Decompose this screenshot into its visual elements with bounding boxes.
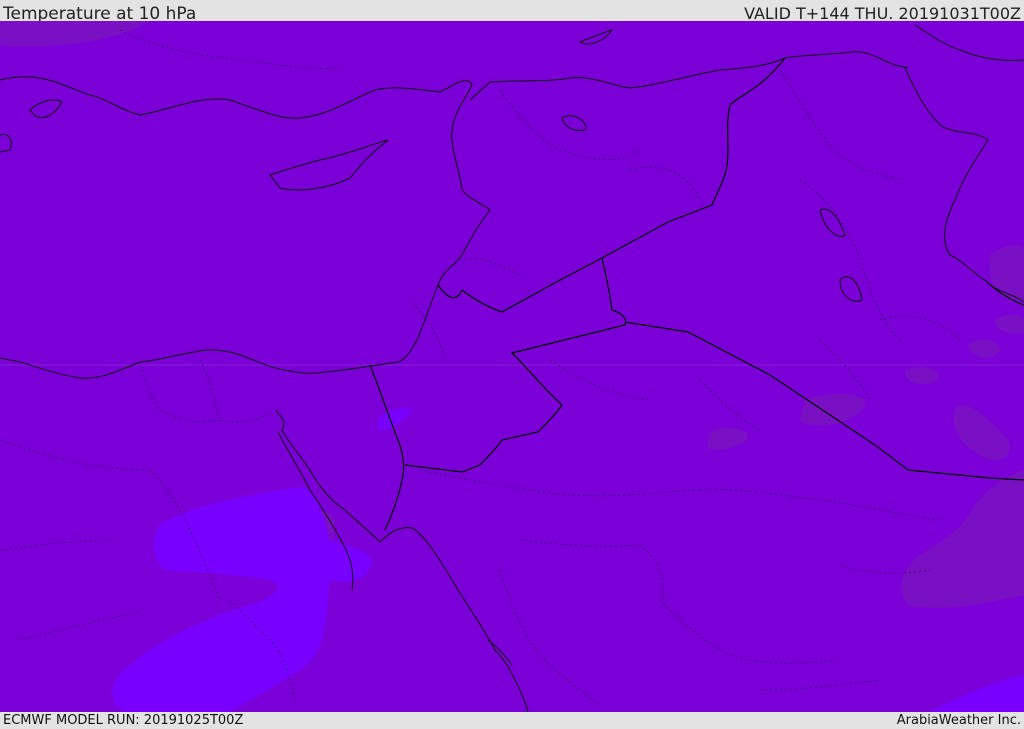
model-run-label: ECMWF MODEL RUN: 20191025T00Z <box>3 713 244 728</box>
header-bar: Temperature at 10 hPa VALID T+144 THU. 2… <box>0 0 1024 24</box>
temperature-map[interactable] <box>0 21 1024 712</box>
footer-bar: ECMWF MODEL RUN: 20191025T00Z ArabiaWeat… <box>0 712 1024 729</box>
credit-label: ArabiaWeather Inc. <box>896 713 1021 728</box>
map-canvas <box>0 21 1024 712</box>
temperature-field-base <box>0 21 1024 712</box>
